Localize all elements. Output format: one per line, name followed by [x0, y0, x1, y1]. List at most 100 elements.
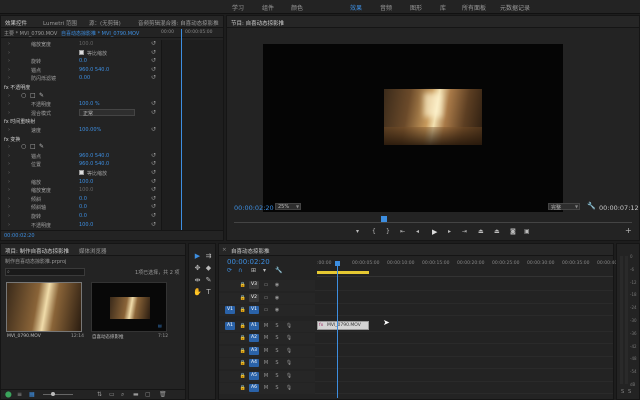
microphone-icon[interactable]: 🎙 [285, 334, 293, 342]
effect-property-value[interactable]: 960.0 540.0 [79, 161, 109, 167]
solo-button[interactable]: S [273, 359, 281, 367]
extract-icon[interactable]: ⏏ [494, 228, 500, 235]
effect-property-value[interactable]: 100.0 [79, 187, 93, 193]
microphone-icon[interactable]: 🎙 [285, 359, 293, 367]
workspace-learn[interactable]: 学习 [232, 3, 244, 12]
step-back-icon[interactable]: ◂ [416, 228, 419, 235]
sync-lock-icon[interactable]: ▭ [262, 306, 270, 314]
expand-toggle-icon[interactable]: › [8, 153, 10, 159]
expand-toggle-icon[interactable]: › [8, 50, 10, 56]
tab-audio-mixer[interactable]: 音频剪辑混合器: 自喜动态掠影推 [138, 19, 219, 27]
rect-mask-icon[interactable]: □ [30, 143, 36, 150]
expand-toggle-icon[interactable]: › [8, 41, 10, 47]
mute-button[interactable]: M [262, 372, 270, 380]
project-search-input[interactable]: ⌕ [5, 268, 85, 276]
reset-icon[interactable]: ↺ [151, 203, 156, 210]
effect-property-value[interactable]: 100.0 % [79, 101, 100, 107]
automate-icon[interactable]: ▭ [109, 391, 115, 398]
effect-property-value[interactable]: 0.0 [79, 58, 87, 64]
solo-button[interactable]: S [273, 384, 281, 392]
tab-lumetri-scopes[interactable]: Lumetri 范围 [43, 19, 77, 27]
blend-mode-select[interactable]: 正常 [79, 108, 135, 117]
track-target-button[interactable]: V1 [249, 306, 259, 314]
effect-property-value[interactable]: 100.0 [79, 179, 93, 185]
reset-icon[interactable]: ↺ [151, 195, 156, 202]
camera-icon[interactable]: ◙ [510, 228, 516, 235]
compare-icon[interactable]: ▣ [524, 228, 530, 235]
mute-button[interactable]: M [262, 359, 270, 367]
go-to-out-icon[interactable]: ⇥ [462, 228, 467, 235]
expand-toggle-icon[interactable]: › [8, 204, 10, 210]
program-title[interactable]: 节目: 自喜动态掠影推 [231, 19, 284, 27]
program-canvas[interactable] [263, 44, 563, 212]
uniform-scale-checkbox[interactable] [79, 49, 84, 55]
solo-button[interactable]: S [273, 372, 281, 380]
expand-toggle-icon[interactable]: › [8, 101, 10, 107]
workspace-metadata[interactable]: 元数据记录 [500, 3, 530, 12]
timeline-settings-icon[interactable]: 🔧 [275, 267, 282, 274]
lift-icon[interactable]: ⏏ [478, 228, 484, 235]
project-item-thumbnail[interactable] [6, 282, 82, 332]
lock-track-icon[interactable]: 🔒 [239, 384, 247, 392]
reset-icon[interactable]: ↺ [151, 49, 156, 56]
track-target-button[interactable]: A3 [249, 346, 259, 355]
expand-toggle-icon[interactable]: › [8, 187, 10, 193]
reset-icon[interactable]: ↺ [151, 66, 156, 73]
reset-icon[interactable]: ↺ [151, 40, 156, 47]
lock-track-icon[interactable]: 🔒 [239, 306, 247, 314]
tab-sequence[interactable]: 自喜动态掠影推 [231, 247, 270, 255]
lock-track-icon[interactable]: 🔒 [239, 322, 247, 330]
track-target-button[interactable]: A4 [249, 359, 259, 367]
mute-button[interactable]: M [262, 322, 270, 330]
ripple-edit-tool-icon[interactable]: ✥ [193, 264, 202, 273]
effect-property-value[interactable]: 0.00 [79, 75, 90, 81]
mini-playhead[interactable] [181, 29, 182, 230]
effect-property-value[interactable]: 0.0 [79, 213, 87, 219]
expand-toggle-icon[interactable]: › [8, 127, 10, 133]
workspace-effects[interactable]: 效果 [350, 3, 362, 12]
reset-icon[interactable]: ↺ [151, 212, 156, 219]
reset-icon[interactable]: ↺ [151, 169, 156, 176]
lock-track-icon[interactable]: 🔒 [239, 334, 247, 342]
play-icon[interactable]: ▶ [432, 228, 437, 236]
solo-button[interactable]: S [273, 347, 281, 355]
type-tool-icon[interactable]: T [204, 288, 213, 297]
effect-property-value[interactable]: 960.0 540.0 [79, 153, 109, 159]
expand-toggle-icon[interactable]: › [8, 67, 10, 73]
lock-icon[interactable]: ⬤ [5, 391, 12, 398]
timeline-clip[interactable]: fx MVI_0790.MOV [317, 321, 369, 330]
microphone-icon[interactable]: 🎙 [285, 372, 293, 380]
workspace-all-panels[interactable]: 所有面板 [462, 3, 486, 12]
effect-property-value[interactable]: 960.0 540.0 [79, 67, 109, 73]
effect-mini-timeline[interactable] [161, 29, 223, 230]
ellipse-mask-icon[interactable]: ○ [21, 92, 26, 99]
project-sequence-thumbnail[interactable]: ▤ [91, 282, 167, 332]
mute-button[interactable]: M [262, 384, 270, 392]
track-target-button[interactable]: A6 [249, 384, 259, 392]
effect-property-value[interactable]: 0.0 [79, 204, 87, 210]
workspace-libraries[interactable]: 库 [440, 3, 446, 12]
expand-toggle-icon[interactable]: › [8, 161, 10, 167]
expand-toggle-icon[interactable]: › [8, 110, 10, 116]
pen-tool-icon[interactable]: ✎ [204, 276, 213, 285]
tab-source[interactable]: 源：(无剪辑) [89, 19, 121, 27]
quality-select[interactable]: 完整 ▼ [548, 203, 580, 211]
source-clip-label[interactable]: 主要 * MVI_0790.MOV [4, 30, 57, 37]
source-patch-button[interactable]: V1 [225, 306, 235, 314]
linked-selection-icon[interactable]: ⊞ [251, 267, 256, 274]
microphone-icon[interactable]: 🎙 [285, 347, 293, 355]
work-area-bar[interactable] [317, 271, 369, 274]
reset-icon[interactable]: ↺ [151, 178, 156, 185]
expand-toggle-icon[interactable]: › [8, 222, 10, 228]
project-sequence-name[interactable]: 自喜动态掠影推 [92, 334, 124, 340]
playhead-handle[interactable] [335, 261, 340, 266]
effect-property-value[interactable]: 100.0 [79, 41, 93, 47]
zoom-select[interactable]: 25% ▼ [275, 203, 301, 210]
slip-tool-icon[interactable]: ⇹ [193, 276, 202, 285]
expand-toggle-icon[interactable]: › [8, 196, 10, 202]
workspace-assembly[interactable]: 组件 [262, 3, 274, 12]
new-bin-icon[interactable]: ▬ [133, 391, 139, 398]
solo-button-right[interactable]: S [628, 389, 631, 395]
track-target-button[interactable]: V2 [249, 293, 259, 302]
uniform-scale-checkbox[interactable] [79, 170, 84, 175]
